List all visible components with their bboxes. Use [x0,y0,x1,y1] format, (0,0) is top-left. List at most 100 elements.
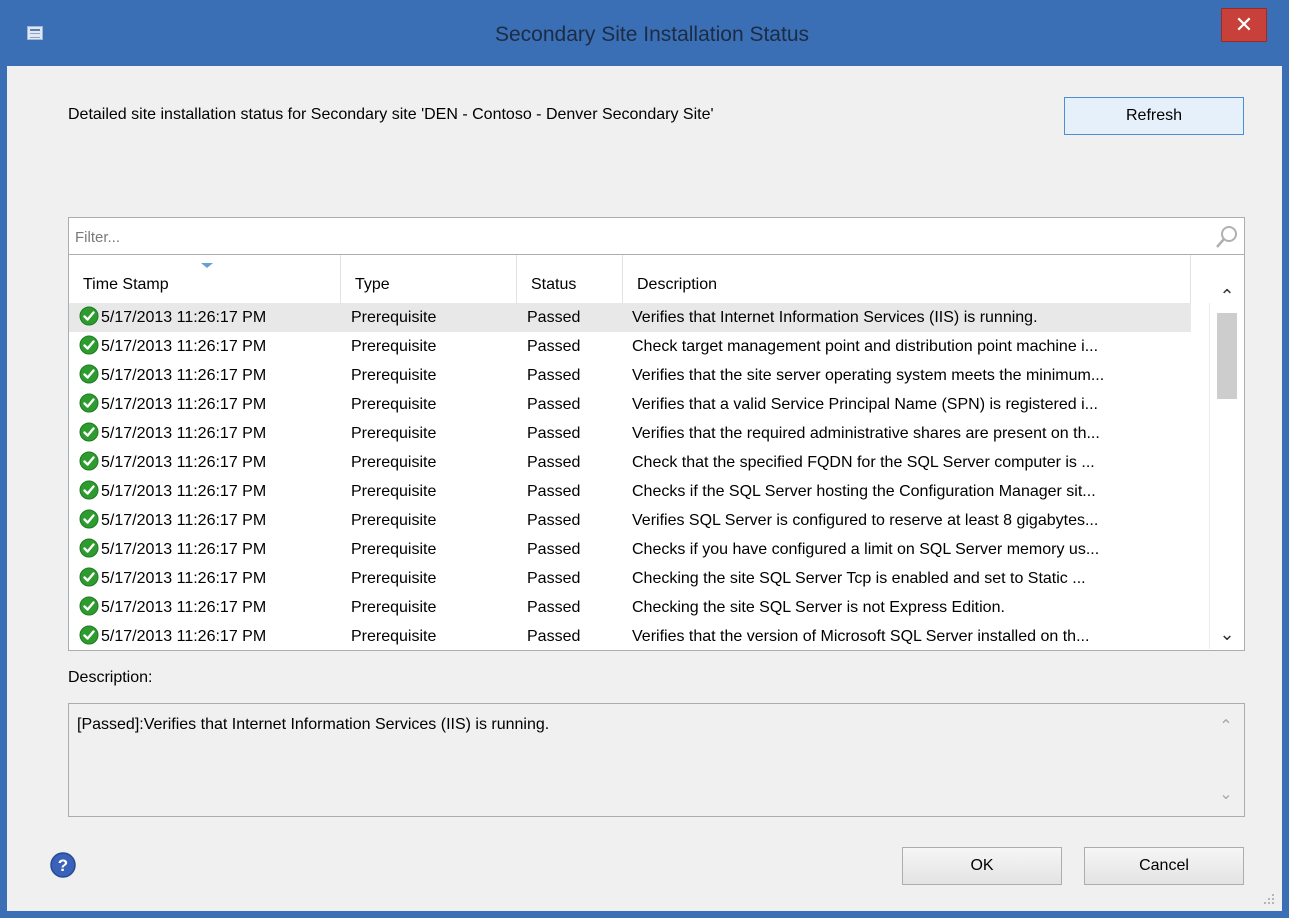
timestamp-text: 5/17/2013 11:26:17 PM [101,483,267,500]
close-button[interactable]: ✕ [1221,8,1267,42]
description-scrollbar[interactable]: ⌃ ⌄ [1209,704,1243,816]
cell-timestamp: 5/17/2013 11:26:17 PM [79,332,341,361]
check-icon [79,393,99,413]
timestamp-text: 5/17/2013 11:26:17 PM [101,425,267,442]
column-header-type[interactable]: Type [341,255,517,303]
check-icon [79,538,99,558]
table-row[interactable]: 5/17/2013 11:26:17 PM Prerequisite Passed C… [69,593,1191,622]
cell-status: Passed [527,454,581,471]
cell-type: Prerequisite [351,454,437,471]
filter-box [68,217,1245,255]
check-icon [79,364,99,384]
cell-timestamp: 5/17/2013 11:26:17 PM [79,419,341,448]
table-row[interactable]: 5/17/2013 11:26:17 PM Prerequisite Passed V… [69,361,1191,390]
cell-timestamp: 5/17/2013 11:26:17 PM [79,506,341,535]
cell-type: Prerequisite [351,570,437,587]
cell-description: Verifies that a valid Service Principal … [632,396,1098,413]
cell-status: Passed [527,425,581,442]
timestamp-text: 5/17/2013 11:26:17 PM [101,338,267,355]
scroll-down-icon[interactable]: ⌄ [1209,784,1243,804]
cell-timestamp: 5/17/2013 11:26:17 PM [79,477,341,506]
filter-input[interactable] [73,222,1207,252]
refresh-button[interactable]: Refresh [1064,97,1244,135]
table-row[interactable]: 5/17/2013 11:26:17 PM Prerequisite Passed V… [69,303,1191,332]
cell-timestamp: 5/17/2013 11:26:17 PM [79,448,341,477]
scroll-up-icon[interactable]: ⌃ [1209,716,1243,736]
site-status-text: Detailed site installation status for Se… [68,106,714,123]
timestamp-text: 5/17/2013 11:26:17 PM [101,512,267,529]
cell-timestamp: 5/17/2013 11:26:17 PM [79,564,341,593]
table-row[interactable]: 5/17/2013 11:26:17 PM Prerequisite Passed C… [69,332,1191,361]
column-header-description[interactable]: Description [623,255,1191,303]
cell-description: Checking the site SQL Server Tcp is enab… [632,570,1086,587]
timestamp-text: 5/17/2013 11:26:17 PM [101,396,267,413]
column-header-timestamp[interactable]: Time Stamp [69,255,341,303]
description-box[interactable]: [Passed]:Verifies that Internet Informat… [68,703,1245,817]
cell-timestamp: 5/17/2013 11:26:17 PM [79,622,341,649]
check-icon [79,625,99,645]
cell-status: Passed [527,309,581,326]
scrollbar-thumb[interactable] [1217,313,1237,399]
help-icon[interactable]: ? [49,851,77,879]
cell-type: Prerequisite [351,367,437,384]
cell-type: Prerequisite [351,309,437,326]
table-row[interactable]: 5/17/2013 11:26:17 PM Prerequisite Passed V… [69,622,1191,649]
cell-type: Prerequisite [351,396,437,413]
cell-description: Verifies SQL Server is configured to res… [632,512,1099,529]
dialog-window: Secondary Site Installation Status ✕ Det… [0,0,1289,918]
cell-timestamp: 5/17/2013 11:26:17 PM [79,390,341,419]
cell-type: Prerequisite [351,599,437,616]
cell-description: Checks if the SQL Server hosting the Con… [632,483,1096,500]
cell-description: Verifies that Internet Information Servi… [632,309,1038,326]
timestamp-text: 5/17/2013 11:26:17 PM [101,570,267,587]
search-icon[interactable] [1214,224,1240,250]
table-row[interactable]: 5/17/2013 11:26:17 PM Prerequisite Passed C… [69,535,1191,564]
table-row[interactable]: 5/17/2013 11:26:17 PM Prerequisite Passed C… [69,448,1191,477]
cell-timestamp: 5/17/2013 11:26:17 PM [79,303,341,332]
window-title: Secondary Site Installation Status [494,23,809,46]
check-icon [79,480,99,500]
cell-status: Passed [527,396,581,413]
table-row[interactable]: 5/17/2013 11:26:17 PM Prerequisite Passed V… [69,390,1191,419]
timestamp-text: 5/17/2013 11:26:17 PM [101,599,267,616]
cell-type: Prerequisite [351,628,437,645]
cell-description: Verifies that the required administrativ… [632,425,1100,442]
cell-timestamp: 5/17/2013 11:26:17 PM [79,361,341,390]
installation-status-table: Time Stamp Type Status Description 5/17/… [68,255,1245,651]
timestamp-text: 5/17/2013 11:26:17 PM [101,454,267,471]
title-bar[interactable]: Secondary Site Installation Status ✕ [7,0,1282,66]
cell-description: Verifies that the version of Microsoft S… [632,628,1090,645]
column-header-status[interactable]: Status [517,255,623,303]
scroll-up-icon[interactable]: ⌃ [1210,283,1244,309]
cancel-button[interactable]: Cancel [1084,847,1244,885]
cell-description: Checks if you have configured a limit on… [632,541,1100,558]
cell-status: Passed [527,367,581,384]
cell-status: Passed [527,541,581,558]
cell-description: Check target management point and distri… [632,338,1099,355]
svg-text:?: ? [58,856,68,875]
cell-description: Verifies that the site server operating … [632,367,1105,384]
sort-descending-icon [201,263,213,268]
check-icon [79,422,99,442]
timestamp-text: 5/17/2013 11:26:17 PM [101,541,267,558]
table-row[interactable]: 5/17/2013 11:26:17 PM Prerequisite Passed C… [69,564,1191,593]
description-label: Description: [68,669,153,686]
cell-type: Prerequisite [351,512,437,529]
cell-status: Passed [527,338,581,355]
ok-button[interactable]: OK [902,847,1062,885]
table-row[interactable]: 5/17/2013 11:26:17 PM Prerequisite Passed C… [69,477,1191,506]
table-row[interactable]: 5/17/2013 11:26:17 PM Prerequisite Passed V… [69,506,1191,535]
cell-type: Prerequisite [351,338,437,355]
check-icon [79,335,99,355]
resize-grip-icon[interactable] [1262,892,1276,906]
check-icon [79,596,99,616]
cell-status: Passed [527,570,581,587]
table-vertical-scrollbar[interactable]: ⌃ ⌄ [1209,286,1244,649]
check-icon [79,306,99,326]
cell-status: Passed [527,483,581,500]
cell-type: Prerequisite [351,425,437,442]
table-row[interactable]: 5/17/2013 11:26:17 PM Prerequisite Passed V… [69,419,1191,448]
cell-timestamp: 5/17/2013 11:26:17 PM [79,535,341,564]
cell-type: Prerequisite [351,541,437,558]
scroll-down-icon[interactable]: ⌄ [1210,621,1244,647]
